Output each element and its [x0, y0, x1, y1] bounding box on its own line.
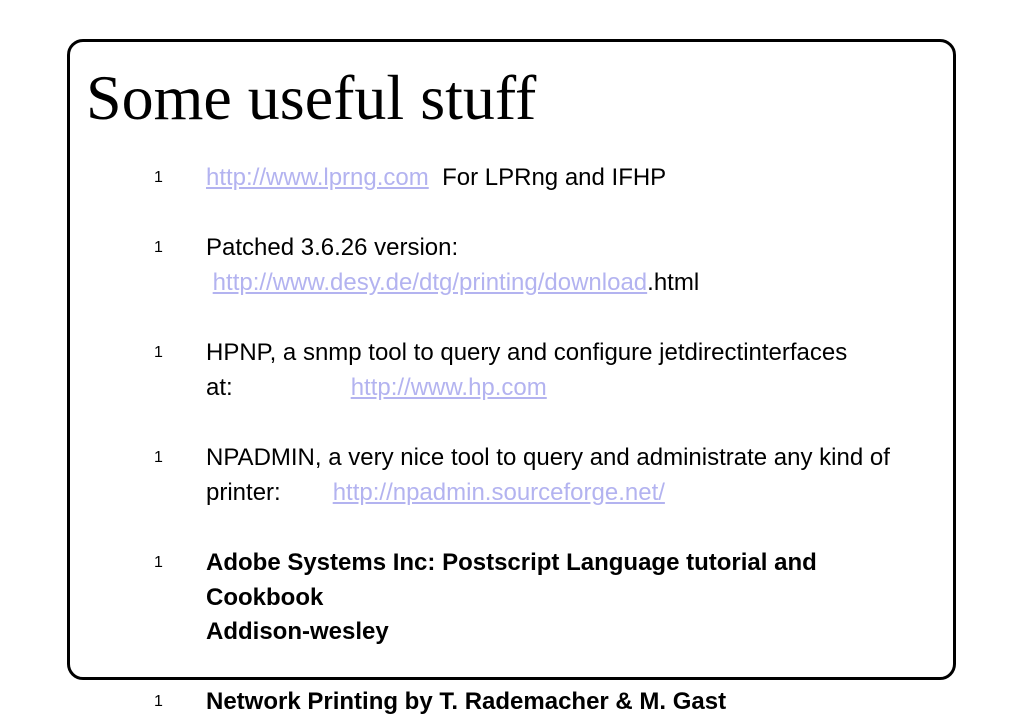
item-label: printer: [206, 478, 281, 506]
npadmin-link[interactable]: http://npadmin.sourceforge.net/ [333, 479, 665, 506]
bullet-number: 1 [154, 693, 163, 710]
item-line: Cookbook [206, 583, 324, 611]
item-line: Addison-wesley [206, 618, 389, 645]
bullet-list: 1 http://www.lprng.com For LPRng and IFH… [0, 0, 1023, 723]
item-body: Network Printing by T. Rademacher & M. G… [206, 685, 726, 720]
item-line: Network Printing by T. Rademacher & M. G… [206, 688, 727, 715]
desy-download-link[interactable]: http://www.desy.de/dtg/printing/download [213, 269, 647, 296]
item-body: Adobe Systems Inc: Postscript Language t… [206, 546, 817, 650]
item-label: at: [206, 373, 233, 401]
item-line: at: http://www.hp.com [206, 371, 847, 406]
item-line: printer: http://npadmin.sourceforge.net/ [206, 476, 890, 511]
item-body: Patched 3.6.26 version: http://www.desy.… [206, 231, 699, 300]
item-line: Adobe Systems Inc: Postscript Language t… [206, 549, 817, 576]
link-suffix: .html [647, 268, 700, 296]
bullet-number: 1 [154, 449, 163, 466]
bullet-number: 1 [154, 239, 163, 256]
bullet-number: 1 [154, 169, 163, 186]
item-line: http://www.desy.de/dtg/printing/download… [206, 266, 700, 301]
hp-link[interactable]: http://www.hp.com [351, 374, 547, 401]
item-line: HPNP, a snmp tool to query and configure… [206, 339, 848, 366]
item-body: NPADMIN, a very nice tool to query and a… [206, 441, 890, 510]
bullet-number: 1 [154, 554, 163, 571]
item-line: http://www.lprng.com For LPRng and IFHP [206, 161, 666, 196]
item-text: For LPRng and IFHP [442, 164, 667, 191]
item-body: HPNP, a snmp tool to query and configure… [206, 336, 847, 405]
item-line: NPADMIN, a very nice tool to query and a… [206, 444, 890, 471]
bullet-number: 1 [154, 344, 163, 361]
lprng-link[interactable]: http://www.lprng.com [206, 164, 429, 191]
item-line: Patched 3.6.26 version: [206, 234, 459, 261]
item-body: http://www.lprng.com For LPRng and IFHP [206, 161, 666, 196]
